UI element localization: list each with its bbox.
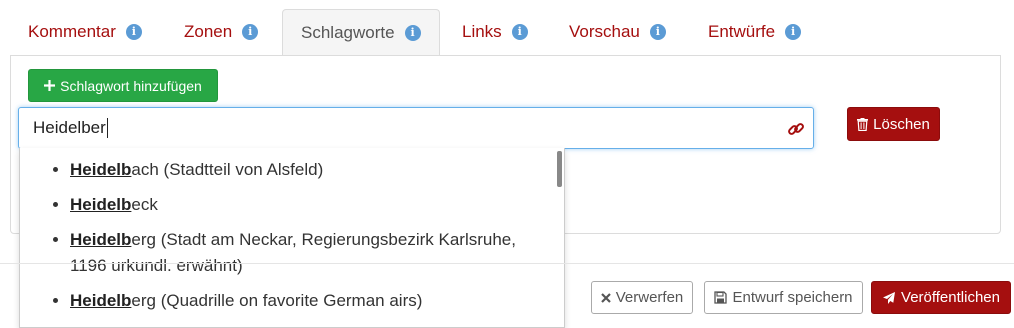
paper-plane-icon	[882, 291, 896, 305]
suggestion-item[interactable]: Heidelberg (Stadt am Neckar, Regierungsb…	[70, 224, 564, 285]
info-icon[interactable]: i	[125, 23, 142, 40]
tab-label: Vorschau	[569, 21, 640, 41]
delete-keyword-label: Löschen	[873, 115, 930, 133]
suggestion-rest: erg (Quadrille on favorite German airs)	[131, 291, 423, 310]
floppy-disk-icon	[714, 291, 728, 304]
suggestion-match: Heidelb	[70, 195, 132, 214]
autocomplete-dropdown: Heidelbach (Stadtteil von Alsfeld) Heide…	[19, 148, 565, 328]
plus-icon	[44, 80, 56, 91]
tab-vorschau[interactable]: Vorschau i	[551, 9, 684, 54]
suggestion-match: Heidelb	[70, 291, 132, 310]
suggestion-match: Heidelb	[70, 230, 132, 249]
tab-kommentar[interactable]: Kommentar i	[10, 9, 160, 54]
suggestion-rest: erg (Stadt am Neckar, Regierungsbezirk K…	[70, 230, 516, 275]
save-draft-button[interactable]: Entwurf speichern	[704, 281, 863, 314]
tab-bar: Kommentar i Zonen i Schlagworte i Links …	[10, 9, 1002, 56]
dropdown-scrollbar[interactable]	[557, 151, 562, 187]
discard-label: Verwerfen	[615, 289, 684, 306]
info-icon[interactable]: i	[785, 23, 802, 40]
tab-schlagworte[interactable]: Schlagworte i	[282, 9, 440, 56]
tab-links[interactable]: Links i	[444, 9, 546, 54]
tab-label: Links	[462, 21, 502, 41]
footer-divider	[0, 263, 1014, 264]
info-icon[interactable]: i	[649, 23, 666, 40]
tab-entwuerfe[interactable]: Entwürfe i	[690, 9, 819, 54]
info-icon[interactable]: i	[511, 23, 528, 40]
tab-label: Kommentar	[28, 21, 116, 41]
tab-label: Schlagworte	[301, 22, 395, 42]
text-caret	[106, 118, 108, 138]
tab-label: Entwürfe	[708, 21, 776, 41]
save-draft-label: Entwurf speichern	[732, 289, 853, 306]
publish-label: Veröffentlichen	[901, 289, 1000, 306]
suggestion-rest: eck	[131, 195, 158, 214]
suggestion-match: Heidelb	[70, 160, 132, 179]
publish-button[interactable]: Veröffentlichen	[871, 281, 1011, 314]
delete-keyword-button[interactable]: Löschen	[847, 107, 940, 141]
tab-zonen[interactable]: Zonen i	[166, 9, 276, 54]
info-icon[interactable]: i	[242, 23, 259, 40]
suggestion-rest: ach (Stadtteil von Alsfeld)	[131, 160, 324, 179]
keyword-search-input[interactable]: Heidelber	[18, 107, 814, 149]
tab-label: Zonen	[184, 21, 233, 41]
info-icon[interactable]: i	[404, 24, 421, 41]
suggestion-item[interactable]: Heidelberg (Quadrille on favorite German…	[70, 285, 564, 320]
trash-icon	[857, 117, 869, 131]
suggestion-item[interactable]: Heidelbeck	[70, 189, 564, 224]
link-icon[interactable]	[787, 120, 805, 138]
suggestion-item[interactable]: Heidelbach (Stadtteil von Alsfeld)	[70, 154, 564, 189]
add-keyword-button[interactable]: Schlagwort hinzufügen	[28, 69, 218, 102]
keyword-search-value: Heidelber	[33, 118, 106, 137]
add-keyword-label: Schlagwort hinzufügen	[60, 77, 202, 94]
discard-button[interactable]: Verwerfen	[591, 281, 693, 314]
times-icon	[600, 292, 611, 303]
